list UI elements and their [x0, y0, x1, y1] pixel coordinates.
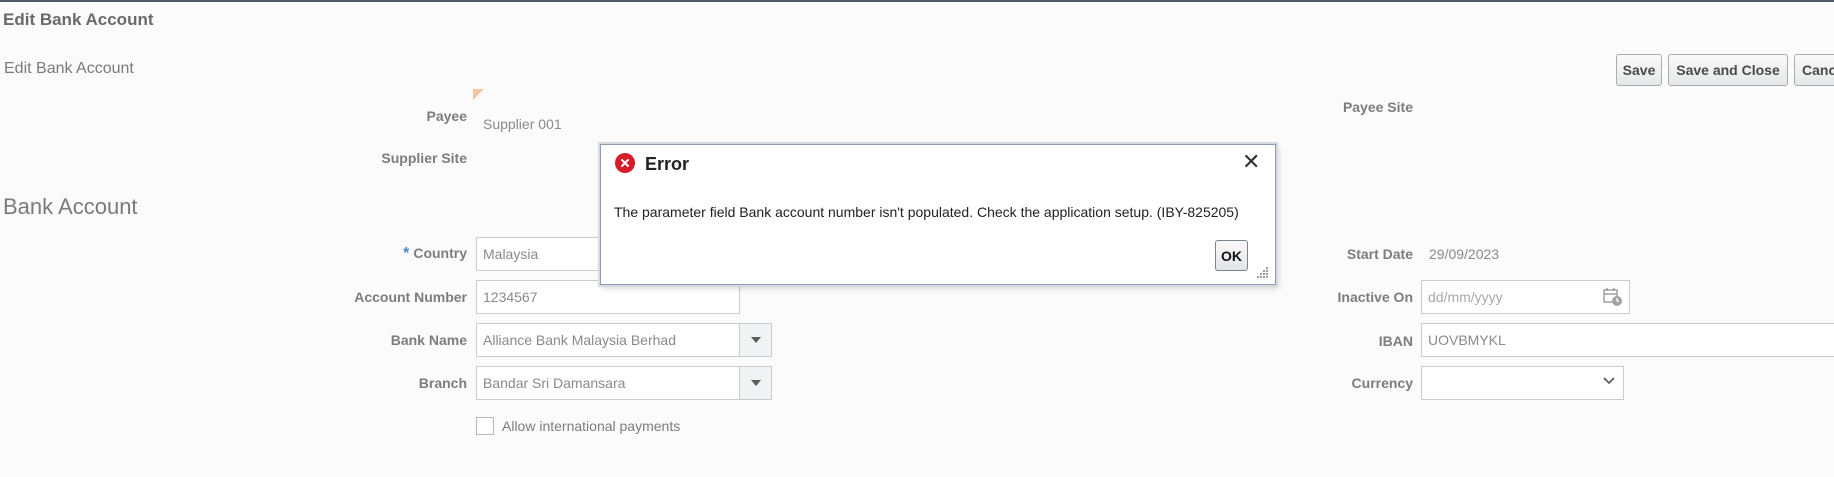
dialog-message: The parameter field Bank account number …	[614, 204, 1239, 220]
close-icon[interactable]: ✕	[1242, 151, 1260, 173]
error-dialog: Error ✕ The parameter field Bank account…	[600, 144, 1276, 285]
modal-overlay: Error ✕ The parameter field Bank account…	[0, 0, 1834, 477]
resize-grip-icon[interactable]	[1257, 266, 1269, 278]
error-circle-icon	[615, 153, 635, 173]
ok-button[interactable]: OK	[1215, 240, 1248, 271]
dialog-title: Error	[645, 154, 690, 174]
